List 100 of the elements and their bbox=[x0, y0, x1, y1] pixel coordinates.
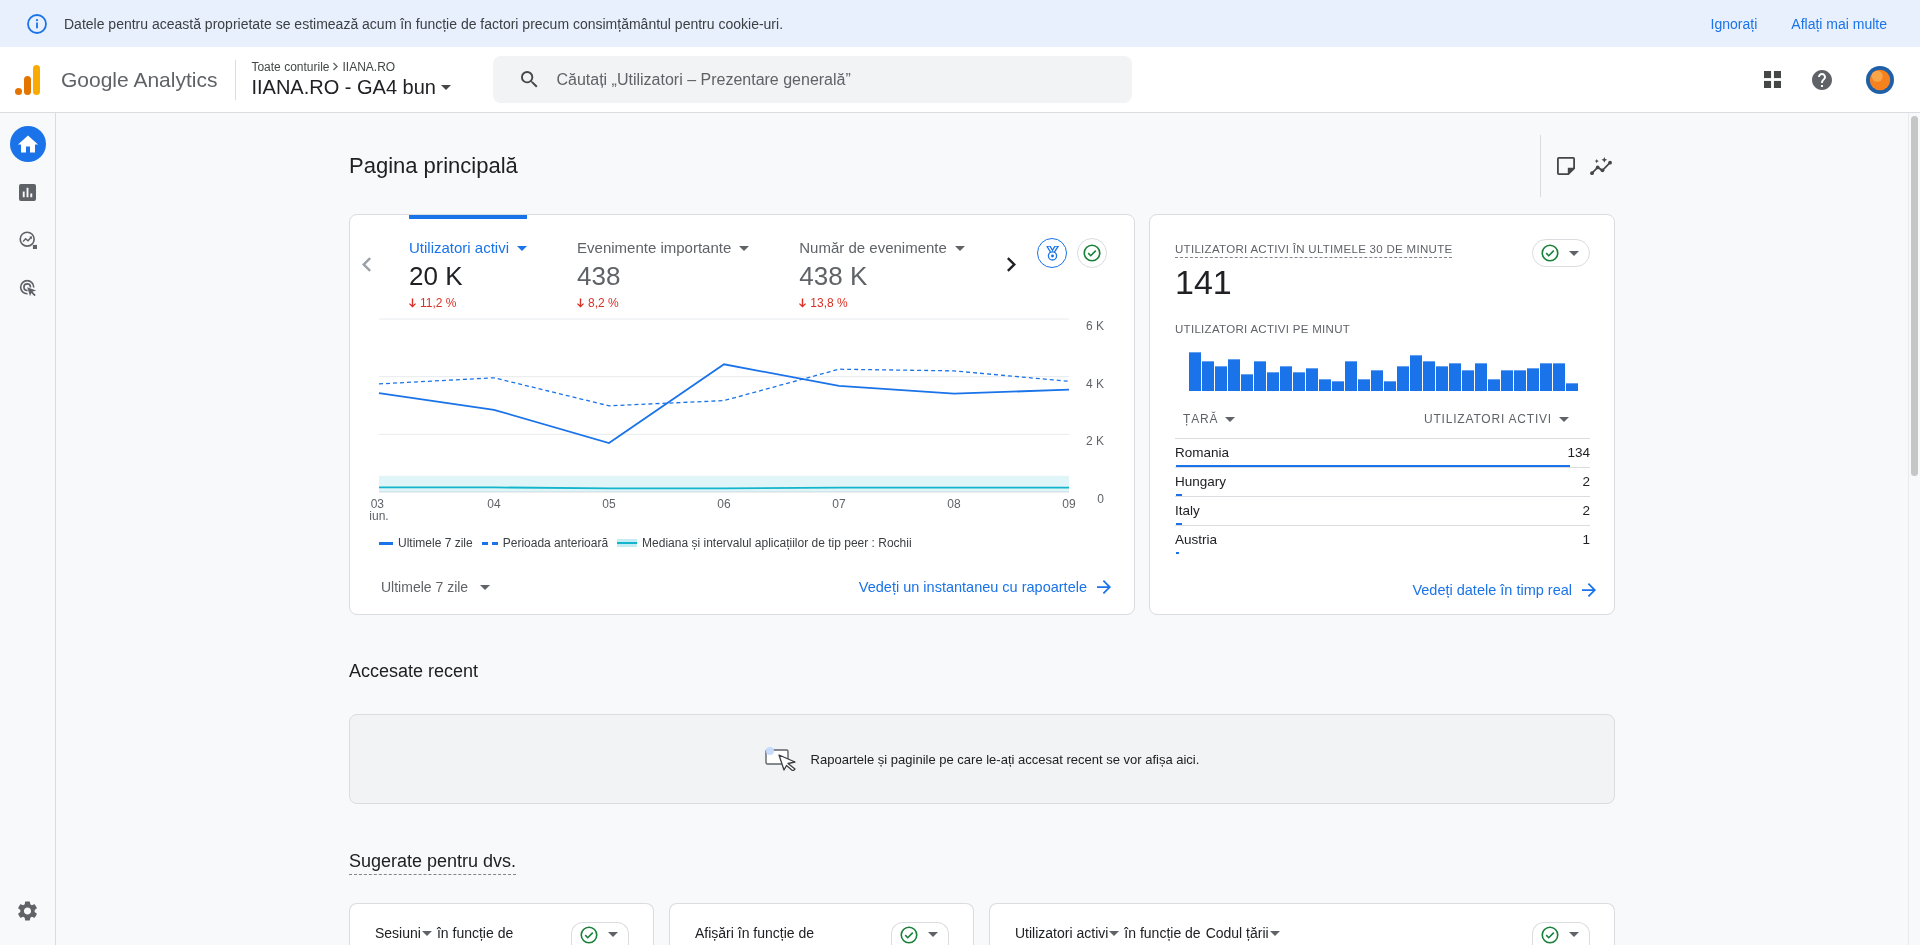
minute-bar bbox=[1202, 361, 1214, 391]
breadcrumb-link[interactable]: Toate conturile bbox=[251, 59, 330, 74]
breadcrumb-link[interactable]: IIANA.RO bbox=[342, 59, 396, 74]
caret-down-icon bbox=[739, 245, 750, 251]
caret-down-icon bbox=[608, 932, 618, 937]
nav-item[interactable] bbox=[9, 126, 46, 162]
comparison-dropdown[interactable] bbox=[1532, 922, 1590, 945]
home-icon bbox=[17, 135, 38, 153]
axis-label: 6 K bbox=[1086, 319, 1104, 333]
caret-down-icon bbox=[517, 245, 528, 251]
legend-label: Ultimele 7 zile bbox=[398, 536, 473, 550]
axis-label: 4 K bbox=[1086, 376, 1104, 391]
band-legend-icon bbox=[617, 539, 638, 547]
table-cell: 1 bbox=[1582, 531, 1590, 547]
dashed-line-legend-icon bbox=[481, 541, 498, 545]
banner-message: Datele pentru această proprietate se estimează acum în funcție de factori precum consimțământul pentru cookie-uri. bbox=[64, 15, 784, 32]
axis-label: 2 K bbox=[1086, 434, 1104, 449]
table-cell: Italy bbox=[1175, 502, 1200, 518]
bar-chart-icon bbox=[19, 183, 36, 201]
empty-state-message: Rapoartele și paginile pe care le-ați accesat recent se vor afișa aici. bbox=[810, 751, 1200, 767]
metric-change: 8,2 % bbox=[588, 296, 619, 310]
product-name: Google Analytics bbox=[61, 67, 218, 92]
axis-label: 09 bbox=[1062, 497, 1076, 511]
avatar-icon[interactable] bbox=[1866, 65, 1894, 94]
table-cell: 2 bbox=[1582, 473, 1590, 489]
section-title: Accesate recent bbox=[349, 660, 479, 683]
arrow-right-icon bbox=[1582, 583, 1596, 597]
caret-down-icon bbox=[1109, 930, 1120, 936]
search-icon bbox=[521, 71, 539, 88]
card-title: Afișări în funcție de bbox=[695, 924, 815, 942]
dimension-dropdown[interactable]: Sesiuni bbox=[375, 924, 437, 942]
settings-icon[interactable] bbox=[18, 901, 37, 921]
legend-label: Mediana și intervalul aplicațiilor de tip peer : Rochii bbox=[642, 536, 912, 550]
section-title: Sugerate pentru dvs. bbox=[349, 850, 517, 875]
help-icon[interactable] bbox=[1812, 69, 1832, 90]
metric-tab[interactable]: Număr de evenimente 438 K 13,8 % bbox=[799, 215, 965, 312]
check-circle-icon bbox=[900, 925, 918, 944]
check-circle-icon bbox=[1541, 244, 1559, 262]
date-range-dropdown[interactable]: Ultimele 7 zile bbox=[381, 579, 491, 595]
chevron-left-icon[interactable] bbox=[362, 257, 371, 272]
banner-link[interactable]: Ignorați bbox=[1710, 15, 1758, 32]
comparison-dropdown[interactable] bbox=[891, 922, 949, 945]
table-cell: Romania bbox=[1175, 444, 1230, 460]
dimension-dropdown[interactable]: Codul țării bbox=[1205, 924, 1285, 942]
solid-line-legend-icon bbox=[379, 541, 393, 545]
caret-down-icon bbox=[1269, 930, 1280, 936]
minute-bar bbox=[1527, 368, 1539, 391]
page-title: Pagina principală bbox=[349, 153, 518, 179]
minute-bar bbox=[1436, 366, 1448, 391]
info-icon bbox=[27, 13, 47, 34]
medal-icon bbox=[1045, 245, 1059, 261]
caret-down-icon bbox=[954, 245, 965, 251]
axis-label: 06 bbox=[717, 497, 731, 511]
trend-circle-icon bbox=[17, 231, 38, 249]
metric-change: 13,8 % bbox=[810, 296, 848, 310]
property-selector[interactable]: IIANA.RO - GA4 bun bbox=[251, 74, 451, 100]
minute-bar bbox=[1540, 363, 1552, 391]
axis-label: 08 bbox=[947, 497, 961, 511]
metric-change: 11,2 % bbox=[420, 296, 457, 310]
scrollbar-thumb[interactable] bbox=[1911, 116, 1918, 476]
caret-down-icon bbox=[1225, 416, 1236, 422]
check-circle-icon bbox=[1083, 244, 1101, 262]
minute-bar bbox=[1449, 363, 1461, 391]
snapshot-link[interactable]: Vedeți un instantaneu cu rapoartele bbox=[858, 579, 1111, 595]
table-cell: 134 bbox=[1567, 444, 1590, 460]
note-icon[interactable] bbox=[1557, 157, 1575, 175]
caret-down-icon bbox=[440, 84, 451, 90]
card-title: în funcție de bbox=[436, 924, 514, 942]
axis-label: 04 bbox=[487, 497, 501, 511]
card-title: UTILIZATORI ACTIVI ÎN ULTIMELE 30 DE MINUTE bbox=[1175, 241, 1453, 258]
caret-down-icon bbox=[1559, 416, 1569, 422]
minute-bar bbox=[1189, 352, 1201, 391]
axis-label: 05 bbox=[602, 497, 616, 511]
metric-tab[interactable]: Utilizatori activi 20 K 11,2 % bbox=[409, 215, 528, 312]
caret-down-icon bbox=[1569, 250, 1579, 256]
chevron-right-icon bbox=[333, 62, 339, 71]
caret-down-icon bbox=[1569, 932, 1579, 937]
card-title: în funcție de bbox=[1124, 924, 1201, 942]
metric-value: 438 bbox=[577, 260, 621, 292]
minute-bar bbox=[1215, 366, 1227, 391]
axis-label: 0 bbox=[1097, 492, 1104, 506]
comparison-dropdown[interactable] bbox=[571, 922, 629, 945]
analytics-logo-icon[interactable] bbox=[15, 64, 40, 95]
banner-link[interactable]: Aflați mai multe bbox=[1791, 15, 1887, 32]
check-circle-icon bbox=[1541, 925, 1559, 944]
table-cell: Hungary bbox=[1175, 473, 1227, 489]
chevron-right-icon[interactable] bbox=[1007, 257, 1016, 272]
caret-down-icon bbox=[480, 584, 491, 590]
insights-icon[interactable] bbox=[1590, 156, 1613, 176]
sort-header[interactable]: UTILIZATORI ACTIVI bbox=[1424, 409, 1569, 429]
apps-grid-icon[interactable] bbox=[1764, 71, 1781, 88]
realtime-link[interactable]: Vedeți datele în timp real bbox=[1412, 582, 1596, 598]
sort-header[interactable]: ȚARĂ bbox=[1183, 409, 1236, 429]
caret-down-icon bbox=[928, 932, 938, 937]
search-field[interactable]: Căutați „Utilizatori – Prezentare generală” bbox=[493, 56, 1133, 103]
arrow-right-icon bbox=[1097, 580, 1111, 594]
table-cell: 2 bbox=[1582, 502, 1590, 518]
dimension-dropdown[interactable]: Utilizatori activi bbox=[1015, 924, 1125, 942]
check-circle-icon bbox=[580, 925, 598, 944]
metric-tab[interactable]: Evenimente importante 438 8,2 % bbox=[577, 215, 750, 312]
